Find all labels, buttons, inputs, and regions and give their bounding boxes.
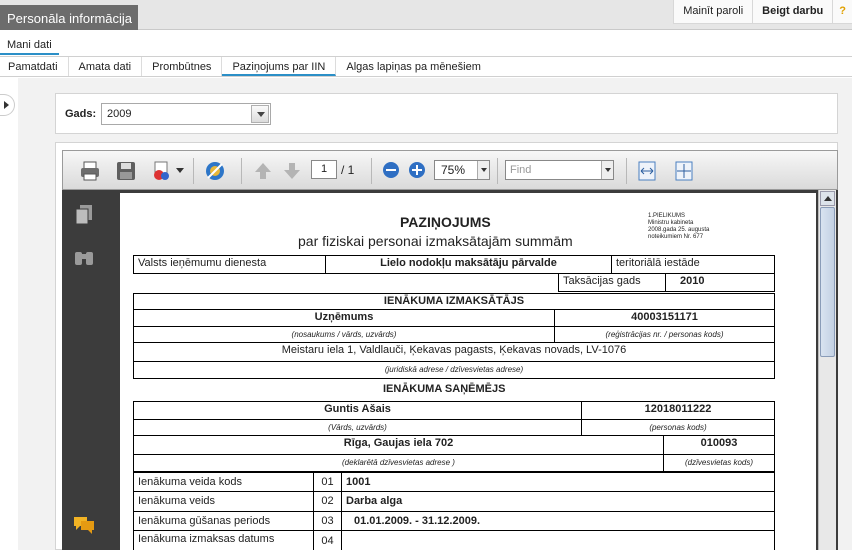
- year-filter-panel: Gads: 2009: [55, 93, 838, 134]
- save-icon[interactable]: [115, 160, 137, 182]
- binoculars-icon[interactable]: [73, 249, 95, 267]
- office-cell: teritoriālā iestāde: [611, 255, 775, 274]
- zoom-in-icon[interactable]: [408, 161, 426, 179]
- page-total: / 1: [341, 163, 355, 177]
- tab-basic-data[interactable]: Pamatdati: [0, 57, 69, 76]
- recipient-code-caption: (personas kods): [581, 419, 775, 436]
- recipient-name-caption: (Vārds, uzvārds): [133, 419, 582, 436]
- recipient-residence-code: 010093: [663, 435, 775, 455]
- year-select[interactable]: 2009: [101, 103, 271, 125]
- income-row-value: 01.01.2009. - 31.12.2009.: [341, 511, 775, 531]
- tab-bar: Pamatdati Amata dati Prombūtnes Paziņoju…: [0, 57, 852, 77]
- toolbar-separator: [371, 158, 372, 184]
- toolbar-separator: [193, 158, 194, 184]
- arrow-up-icon[interactable]: [252, 160, 274, 182]
- top-links: Mainīt paroli Beigt darbu ?: [673, 0, 852, 24]
- fit-page-icon[interactable]: [673, 160, 695, 182]
- attach-icon[interactable]: [151, 160, 173, 182]
- payer-name: Uzņēmums: [133, 309, 555, 327]
- recipient-name: Guntis Ašais: [133, 401, 582, 420]
- recipient-personal-code: 12018011222: [581, 401, 775, 420]
- find-placeholder: Find: [510, 164, 532, 176]
- toolbar-separator: [626, 158, 627, 184]
- help-icon[interactable]: ?: [833, 0, 852, 23]
- annex-line: noteikumiem Nr. 677: [648, 234, 704, 240]
- income-row-label: Ienākuma gūšanas periods: [133, 511, 314, 531]
- logout-link[interactable]: Beigt darbu: [753, 0, 834, 23]
- chevron-down-icon[interactable]: [601, 161, 613, 179]
- income-row-label: Ienākuma veids: [133, 491, 314, 512]
- tools-icon[interactable]: [204, 160, 226, 182]
- income-row-number: 04: [313, 530, 342, 550]
- change-password-link[interactable]: Mainīt paroli: [674, 0, 754, 23]
- vid-cell: Valsts ieņēmumu dienesta: [133, 255, 326, 274]
- income-row-number: 01: [313, 472, 342, 492]
- zoom-value: 75%: [441, 163, 466, 177]
- income-row-number: 03: [313, 511, 342, 531]
- payer-heading: IENĀKUMA IZMAKSĀTĀJS: [133, 293, 775, 310]
- tax-year-label: Taksācijas gads: [558, 273, 666, 292]
- zoom-out-icon[interactable]: [382, 161, 400, 179]
- income-row-label: Ienākuma izmaksas datums: [133, 530, 314, 550]
- find-input[interactable]: Find: [505, 160, 614, 180]
- year-label: Gads:: [65, 108, 97, 120]
- tab-absences[interactable]: Prombūtnes: [142, 57, 223, 76]
- recipient-address-caption: (deklarētā dzīvesvietas adrese ): [133, 454, 664, 472]
- income-row-label: Ienākuma veida kods: [133, 472, 314, 492]
- document-subtitle: par fiziskai personai izmaksātajām summā…: [298, 233, 573, 249]
- chevron-down-icon[interactable]: [477, 161, 489, 179]
- arrow-down-icon[interactable]: [281, 160, 303, 182]
- payer-address-caption: (juridiskā adrese / dzīvesvietas adrese): [133, 361, 775, 379]
- recipient-address: Rīga, Gaujas iela 702: [133, 435, 664, 455]
- scroll-thumb[interactable]: [820, 207, 835, 357]
- pdf-scrollbar[interactable]: [818, 190, 836, 550]
- fit-width-icon[interactable]: [636, 160, 658, 182]
- toolbar-separator: [241, 158, 242, 184]
- chevron-down-icon[interactable]: [176, 168, 184, 174]
- pdf-sidebar: [62, 190, 106, 550]
- income-row-number: 02: [313, 491, 342, 512]
- toolbar-separator: [497, 158, 498, 184]
- year-select-value: 2009: [107, 108, 132, 120]
- pages-icon[interactable]: [74, 204, 94, 226]
- document-title: PAZIŅOJUMS: [400, 214, 491, 230]
- recipient-residence-caption: (dzīvesvietas kods): [663, 454, 775, 472]
- tab-monthly-payslips[interactable]: Algas lapiņas pa mēnešiem: [336, 57, 491, 76]
- annex-line: Ministru kabineta: [648, 220, 694, 226]
- payer-address: Meistaru iela 1, Valdlauči, Ķekavas paga…: [133, 342, 775, 362]
- income-row-value: [341, 530, 775, 550]
- scroll-up-button[interactable]: [820, 191, 835, 206]
- payer-reg-caption: (reģistrācijas nr. / personas kods): [554, 326, 775, 343]
- chevron-down-icon[interactable]: [251, 105, 269, 123]
- zoom-select[interactable]: 75%: [434, 160, 490, 180]
- nav-my-data[interactable]: Mani dati: [0, 39, 59, 55]
- tab-position-data[interactable]: Amata dati: [69, 57, 143, 76]
- recipient-heading: IENĀKUMA SAŅĒMĒJS: [383, 383, 506, 395]
- app-title-tab[interactable]: Personāla informācija: [0, 5, 138, 30]
- page-number-input[interactable]: 1: [311, 160, 337, 179]
- payer-reg-number: 40003151171: [554, 309, 775, 327]
- sub-navigation: Mani dati: [0, 30, 852, 57]
- print-icon[interactable]: [79, 160, 101, 182]
- annex-line: 2008.gada 25. augusta: [648, 227, 710, 233]
- comments-icon[interactable]: [72, 515, 96, 535]
- tax-year-value: 2010: [665, 273, 775, 292]
- unit-cell: Lielo nodokļu maksātāju pārvalde: [325, 255, 612, 274]
- payer-name-caption: (nosaukums / vārds, uzvārds): [133, 326, 555, 343]
- income-row-value: Darba alga: [341, 491, 775, 512]
- income-row-value: 1001: [341, 472, 775, 492]
- annex-note: 1.PIELIKUMS Ministru kabineta 2008.gada …: [648, 213, 738, 241]
- annex-line: 1.PIELIKUMS: [648, 213, 686, 219]
- tab-income-tax-statement[interactable]: Paziņojums par IIN: [222, 57, 337, 76]
- expand-sidebar-button[interactable]: [0, 94, 15, 116]
